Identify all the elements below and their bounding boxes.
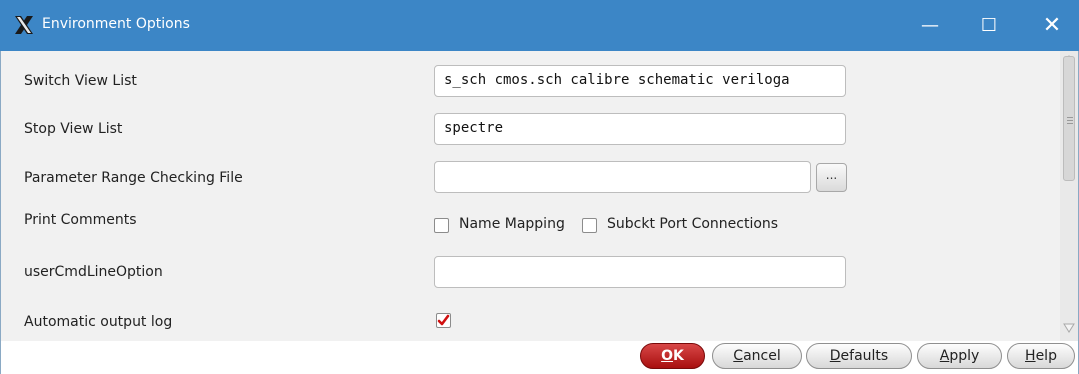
scrollbar-thumb[interactable] xyxy=(1063,56,1075,181)
subckt-port-connections-checkbox[interactable] xyxy=(582,218,597,233)
ok-button[interactable]: OK xyxy=(640,343,705,369)
cancel-button[interactable]: Cancel xyxy=(712,343,802,369)
name-mapping-label: Name Mapping xyxy=(459,216,565,232)
minimize-button[interactable]: — xyxy=(905,0,955,51)
help-button[interactable]: Help xyxy=(1007,343,1075,369)
vertical-scrollbar[interactable] xyxy=(1060,51,1078,341)
stop-view-list-label: Stop View List xyxy=(24,121,123,137)
title-bar: Environment Options — ☐ ✕ xyxy=(0,0,1079,51)
defaults-button[interactable]: Defaults xyxy=(806,343,912,369)
window-title: Environment Options xyxy=(42,16,190,32)
close-button[interactable]: ✕ xyxy=(1027,0,1077,51)
scroll-down-arrow-icon[interactable] xyxy=(1062,321,1076,335)
switch-view-list-label: Switch View List xyxy=(24,73,137,89)
name-mapping-checkbox[interactable] xyxy=(434,218,449,233)
auto-output-log-checkbox[interactable] xyxy=(436,313,451,328)
print-comments-label: Print Comments xyxy=(24,212,137,228)
auto-output-log-label: Automatic output log xyxy=(24,314,173,330)
check-mark-icon xyxy=(437,314,450,326)
subckt-port-connections-label: Subckt Port Connections xyxy=(607,216,779,232)
param-range-file-input[interactable] xyxy=(434,161,811,193)
user-cmd-line-label: userCmdLineOption xyxy=(24,264,163,280)
x-logo-icon xyxy=(15,16,33,34)
param-range-file-label: Parameter Range Checking File xyxy=(24,170,243,186)
browse-button[interactable]: ... xyxy=(816,163,847,192)
stop-view-list-input[interactable]: spectre xyxy=(434,113,846,145)
apply-button[interactable]: Apply xyxy=(917,343,1002,369)
maximize-button[interactable]: ☐ xyxy=(964,0,1014,51)
user-cmd-line-input[interactable] xyxy=(434,256,846,288)
switch-view-list-input[interactable]: s_sch cmos.sch calibre schematic verilog… xyxy=(434,65,846,97)
